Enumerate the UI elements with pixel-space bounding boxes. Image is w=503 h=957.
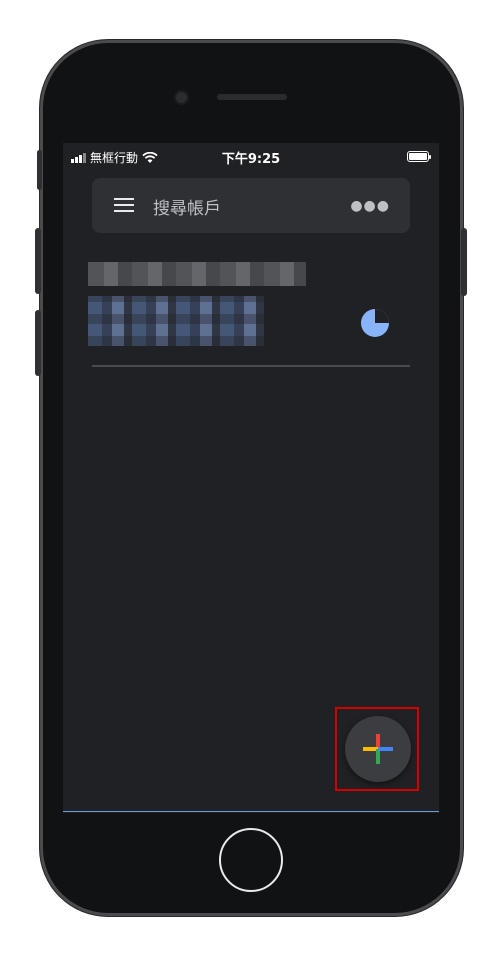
mute-switch (37, 150, 42, 190)
verification-code-redacted[interactable] (88, 296, 264, 346)
front-camera (174, 90, 189, 105)
account-card[interactable] (88, 260, 414, 370)
screen-bottom-edge (63, 811, 439, 812)
power-button (461, 228, 467, 296)
account-name-redacted (88, 262, 306, 286)
search-placeholder[interactable]: 搜尋帳戶 (153, 194, 221, 219)
status-time: 下午9:25 (221, 152, 281, 167)
battery-icon (407, 151, 431, 162)
status-bar: 無框行動 下午9:25 (63, 143, 439, 171)
account-divider (92, 365, 410, 367)
highlight-box (335, 707, 419, 791)
volume-down-button (35, 310, 41, 376)
menu-icon[interactable] (114, 197, 134, 213)
search-bar[interactable]: 搜尋帳戶 ●●● (92, 178, 410, 233)
more-icon[interactable]: ●●● (350, 198, 390, 214)
home-button[interactable] (219, 828, 283, 892)
timer-icon (361, 309, 389, 337)
volume-up-button (35, 228, 41, 294)
earpiece-speaker (217, 94, 287, 100)
